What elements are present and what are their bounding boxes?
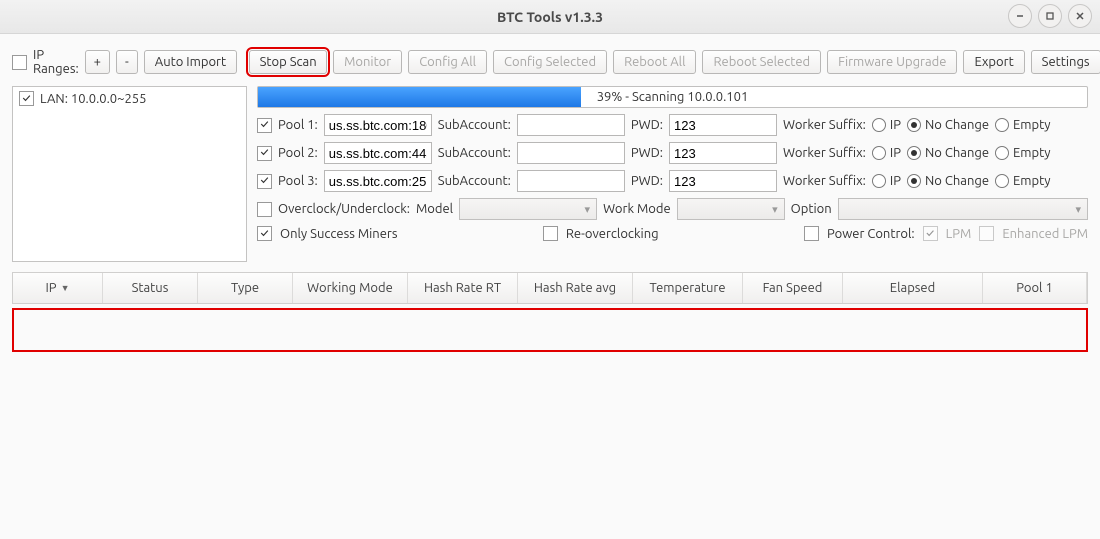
close-button[interactable]: [1068, 4, 1092, 28]
pool-2-url-input[interactable]: [324, 142, 432, 164]
pool-2-ws-empty[interactable]: Empty: [995, 146, 1051, 160]
elpm-checkbox: [979, 226, 994, 241]
reboot-all-button[interactable]: Reboot All: [613, 50, 696, 74]
col-pool1[interactable]: Pool 1: [983, 273, 1087, 303]
pool-3-checkbox[interactable]: [257, 174, 272, 189]
pool-1-ws-empty[interactable]: Empty: [995, 118, 1051, 132]
config-all-button[interactable]: Config All: [408, 50, 487, 74]
pool-2-checkbox[interactable]: [257, 146, 272, 161]
add-range-button[interactable]: +: [85, 50, 110, 74]
pool-2-pwd-label: PWD:: [631, 146, 663, 160]
col-type[interactable]: Type: [198, 273, 293, 303]
reover-checkbox[interactable]: [543, 226, 558, 241]
results-empty-highlight: [12, 308, 1088, 352]
only-success-checkbox[interactable]: [257, 226, 272, 241]
pool-2-ws-nochange[interactable]: No Change: [907, 146, 989, 160]
col-ip[interactable]: IP▼: [13, 273, 103, 303]
col-hash-avg[interactable]: Hash Rate avg: [518, 273, 633, 303]
overclock-label: Overclock/Underclock:: [278, 202, 410, 216]
window-title: BTC Tools v1.3.3: [497, 9, 603, 25]
scan-progress-text: 39% - Scanning 10.0.0.101: [258, 87, 1087, 107]
ip-ranges-panel[interactable]: LAN: 10.0.0.0~255: [12, 86, 247, 262]
auto-import-button[interactable]: Auto Import: [144, 50, 237, 74]
col-fan[interactable]: Fan Speed: [743, 273, 843, 303]
maximize-button[interactable]: [1038, 4, 1062, 28]
pool-3-ws-nochange[interactable]: No Change: [907, 174, 989, 188]
options-row: Only Success Miners Re-overclocking Powe…: [257, 226, 1088, 241]
col-elapsed[interactable]: Elapsed: [843, 273, 983, 303]
ip-range-item[interactable]: LAN: 10.0.0.0~255: [19, 91, 240, 106]
only-success-label: Only Success Miners: [280, 227, 397, 241]
config-selected-button[interactable]: Config Selected: [493, 50, 607, 74]
overclock-checkbox[interactable]: [257, 202, 272, 217]
pool-2-row: Pool 2: SubAccount: PWD: Worker Suffix: …: [257, 142, 1088, 164]
export-button[interactable]: Export: [963, 50, 1024, 74]
window-controls: [1008, 4, 1092, 28]
col-working-mode[interactable]: Working Mode: [293, 273, 408, 303]
monitor-button[interactable]: Monitor: [333, 50, 402, 74]
ip-range-item-label: LAN: 10.0.0.0~255: [40, 92, 146, 106]
pool-3-ws-empty[interactable]: Empty: [995, 174, 1051, 188]
minimize-button[interactable]: [1008, 4, 1032, 28]
ip-range-item-checkbox[interactable]: [19, 91, 34, 106]
sort-indicator-icon: ▼: [61, 283, 70, 293]
pool-3-ws-ip[interactable]: IP: [872, 174, 901, 188]
model-label: Model: [416, 202, 453, 216]
pool-1-subaccount-label: SubAccount:: [438, 118, 511, 132]
pool-1-ws-nochange[interactable]: No Change: [907, 118, 989, 132]
titlebar: BTC Tools v1.3.3: [0, 0, 1100, 34]
pool-3-subaccount-input[interactable]: [517, 170, 625, 192]
pool-1-pwd-label: PWD:: [631, 118, 663, 132]
scan-progress: 39% - Scanning 10.0.0.101: [257, 86, 1088, 108]
lpm-checkbox: [923, 226, 938, 241]
model-combo[interactable]: ▾: [459, 198, 597, 220]
pool-3-ws-label: Worker Suffix:: [783, 174, 866, 188]
settings-button[interactable]: Settings: [1031, 50, 1100, 74]
remove-range-button[interactable]: -: [116, 50, 138, 74]
workmode-combo[interactable]: ▾: [677, 198, 785, 220]
table-header: IP▼ Status Type Working Mode Hash Rate R…: [13, 273, 1087, 303]
config-panel: 39% - Scanning 10.0.0.101 Pool 1: SubAcc…: [257, 86, 1088, 262]
pool-1-url-input[interactable]: [324, 114, 432, 136]
power-control-label: Power Control:: [827, 227, 915, 241]
pool-1-row: Pool 1: SubAccount: PWD: Worker Suffix: …: [257, 114, 1088, 136]
toolbar: IP Ranges: + - Auto Import Stop Scan Mon…: [0, 34, 1100, 82]
pool-1-ws-ip[interactable]: IP: [872, 118, 901, 132]
reboot-selected-button[interactable]: Reboot Selected: [702, 50, 821, 74]
ip-ranges-checkbox[interactable]: [12, 55, 27, 70]
workmode-label: Work Mode: [603, 202, 671, 216]
elpm-label: Enhanced LPM: [1002, 227, 1088, 241]
pool-2-subaccount-label: SubAccount:: [438, 146, 511, 160]
pool-1-ws-label: Worker Suffix:: [783, 118, 866, 132]
col-status[interactable]: Status: [103, 273, 198, 303]
pool-1-pwd-input[interactable]: [669, 114, 777, 136]
pool-3-row: Pool 3: SubAccount: PWD: Worker Suffix: …: [257, 170, 1088, 192]
results-table: IP▼ Status Type Working Mode Hash Rate R…: [12, 272, 1088, 304]
pool-2-label: Pool 2:: [278, 146, 318, 160]
col-hash-rt[interactable]: Hash Rate RT: [408, 273, 518, 303]
pool-1-checkbox[interactable]: [257, 118, 272, 133]
option-combo[interactable]: ▾: [838, 198, 1088, 220]
pool-3-pwd-input[interactable]: [669, 170, 777, 192]
pool-3-subaccount-label: SubAccount:: [438, 174, 511, 188]
stop-scan-button[interactable]: Stop Scan: [249, 50, 327, 74]
power-control-checkbox[interactable]: [804, 226, 819, 241]
pool-3-pwd-label: PWD:: [631, 174, 663, 188]
pool-2-subaccount-input[interactable]: [517, 142, 625, 164]
col-temp[interactable]: Temperature: [633, 273, 743, 303]
pool-3-url-input[interactable]: [324, 170, 432, 192]
pool-3-label: Pool 3:: [278, 174, 318, 188]
pool-2-ws-label: Worker Suffix:: [783, 146, 866, 160]
pool-2-pwd-input[interactable]: [669, 142, 777, 164]
overclock-row: Overclock/Underclock: Model ▾ Work Mode …: [257, 198, 1088, 220]
pool-2-ws-ip[interactable]: IP: [872, 146, 901, 160]
reover-label: Re-overclocking: [566, 227, 659, 241]
lpm-label: LPM: [946, 227, 972, 241]
pool-1-subaccount-input[interactable]: [517, 114, 625, 136]
firmware-upgrade-button[interactable]: Firmware Upgrade: [827, 50, 957, 74]
pool-1-label: Pool 1:: [278, 118, 318, 132]
ip-ranges-label: IP Ranges:: [33, 48, 79, 76]
option-label: Option: [791, 202, 832, 216]
